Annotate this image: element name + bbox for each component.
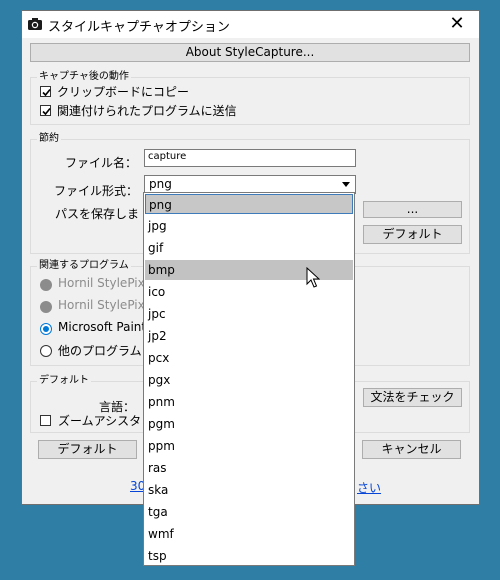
save-default-button[interactable]: デフォルト	[363, 225, 462, 244]
title-bar: スタイルキャプチャオプション ✕	[22, 11, 479, 38]
about-button[interactable]: About StyleCapture...	[30, 43, 470, 62]
dropdown-option-wmf[interactable]: wmf	[145, 524, 353, 544]
chevron-down-icon	[342, 182, 350, 187]
dropdown-option-jpg[interactable]: jpg	[145, 216, 353, 236]
close-icon[interactable]: ✕	[435, 11, 479, 38]
dropdown-option-ska[interactable]: ska	[145, 480, 353, 500]
dropdown-option-gif[interactable]: gif	[145, 238, 353, 258]
dropdown-option-png[interactable]: png	[145, 194, 353, 214]
checkmark-icon	[42, 107, 51, 116]
send-program-checkbox[interactable]	[40, 105, 51, 116]
dropdown-option-bmp[interactable]: bmp	[145, 260, 353, 280]
dropdown-option-tga[interactable]: tga	[145, 502, 353, 522]
zoom-assist-checkbox[interactable]	[40, 415, 51, 426]
paint-label: Microsoft Paint	[58, 320, 147, 334]
format-select-value: png	[149, 177, 172, 191]
copy-clipboard-label: クリップボードにコピー	[57, 85, 190, 99]
program-group-title: 関連するプログラム	[37, 260, 131, 272]
checkmark-icon	[42, 88, 51, 97]
stylepix-label-2: Hornil StylePix	[58, 298, 145, 312]
dropdown-option-ico[interactable]: ico	[145, 282, 353, 302]
mouse-pointer-icon	[306, 267, 320, 288]
capture-group-title: キャプチャ後の動作	[37, 71, 131, 83]
stylepix-label-1: Hornil StylePix	[58, 276, 145, 290]
dropdown-option-pnm[interactable]: pnm	[145, 392, 353, 412]
send-program-label: 関連付けられたプログラムに送信	[57, 104, 237, 118]
format-label: ファイル形式：	[54, 184, 139, 198]
dropdown-option-jpc[interactable]: jpc	[145, 304, 353, 324]
other-program-radio[interactable]	[40, 345, 52, 357]
format-dropdown-list: png jpg gif bmp ico jpc jp2 pcx pgx pnm pgm ppm ras s…	[143, 192, 355, 566]
dropdown-option-pgx[interactable]: pgx	[145, 370, 353, 390]
grammar-check-button[interactable]: 文法をチェック	[363, 388, 462, 407]
other-program-label: 他のプログラム	[58, 344, 142, 358]
footer-link-right[interactable]: さい	[357, 479, 381, 496]
stylepix-radio-1	[40, 279, 52, 291]
capture-group: キャプチャ後の動作 クリップボードにコピー 関連付けられたプログラムに送信	[30, 71, 470, 125]
window-title: スタイルキャプチャオプション	[48, 20, 230, 35]
dropdown-option-jp2[interactable]: jp2	[145, 326, 353, 346]
camera-icon	[27, 17, 43, 31]
stylepix-radio-2	[40, 301, 52, 313]
footer-default-button[interactable]: デフォルト	[38, 440, 137, 459]
dropdown-option-tsp[interactable]: tsp	[145, 546, 353, 566]
dropdown-option-ras[interactable]: ras	[145, 458, 353, 478]
cancel-button[interactable]: キャンセル	[362, 440, 461, 459]
dropdown-option-pgm[interactable]: pgm	[145, 414, 353, 434]
save-group-title: 節約	[37, 133, 61, 145]
filename-label: ファイル名：	[65, 156, 138, 170]
dropdown-option-pcx[interactable]: pcx	[145, 348, 353, 368]
dropdown-option-ppm[interactable]: ppm	[145, 436, 353, 456]
copy-clipboard-checkbox[interactable]	[40, 86, 51, 97]
zoom-assist-label: ズームアシスタ	[58, 414, 142, 428]
filename-input[interactable]: capture	[144, 149, 356, 167]
default-group-title: デフォルト	[37, 375, 91, 387]
paint-radio[interactable]	[40, 323, 52, 335]
save-path-label: パスを保存しま	[55, 207, 140, 221]
browse-button[interactable]: ...	[363, 201, 462, 218]
